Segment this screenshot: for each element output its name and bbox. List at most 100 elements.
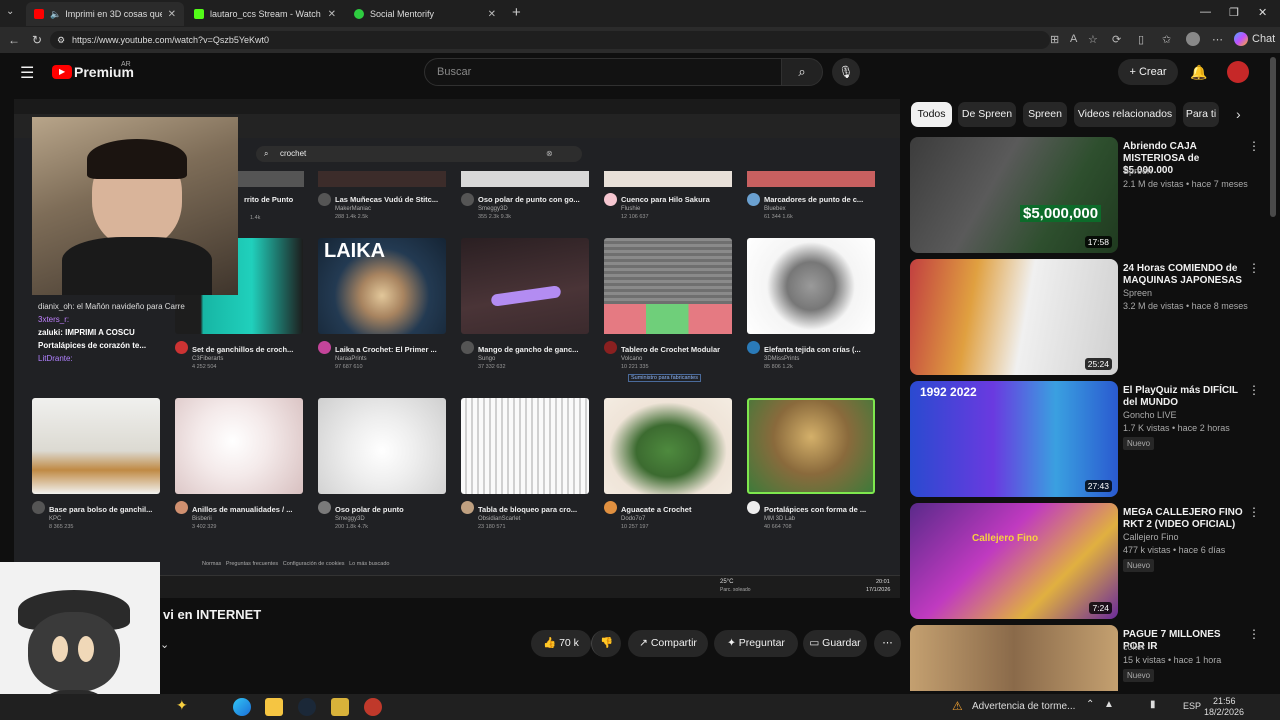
more-options-icon[interactable]: ⋮	[1248, 505, 1260, 519]
tray-expand-icon[interactable]: ⌃	[1086, 699, 1094, 710]
chip-todos[interactable]: Todos	[911, 102, 952, 127]
thumbnail	[461, 171, 589, 187]
clock-time[interactable]: 21:56	[1213, 696, 1236, 706]
language-indicator[interactable]: ESP	[1183, 701, 1201, 711]
thumbnail	[604, 398, 732, 494]
tab-youtube[interactable]: 🔈 Imprimi en 3D cosas que vi en ✕	[26, 2, 184, 26]
menu-icon[interactable]: ☰	[20, 63, 34, 83]
edge-icon[interactable]	[233, 698, 251, 716]
tab-social-mentorify[interactable]: Social Mentorify ✕	[346, 2, 504, 26]
create-button[interactable]: + Crear	[1118, 59, 1178, 85]
account-avatar[interactable]	[1227, 61, 1249, 83]
thumbnail	[461, 398, 589, 494]
model-card[interactable]: Mango de gancho de ganc... Sungo 37 332 …	[461, 238, 591, 370]
more-options-icon[interactable]: ⋮	[1248, 383, 1260, 397]
warning-icon: ⚠	[952, 699, 963, 713]
model-card[interactable]: Tablero de Crochet Modular Volcano 10 22…	[604, 238, 734, 382]
search-button[interactable]: ⌕	[781, 58, 823, 86]
author-avatar	[461, 501, 474, 514]
model-card[interactable]: Portalápices con forma de ... MM 3D Lab …	[747, 398, 877, 530]
captured-footer-links: Normas Preguntas frecuentes Configuració…	[202, 561, 390, 567]
tab-list-icon[interactable]: ⌄	[6, 6, 14, 17]
search-input[interactable]: Buscar	[424, 58, 782, 86]
chip-videos-relacionados[interactable]: Videos relacionados	[1074, 102, 1176, 127]
voice-search-button[interactable]: 🎙	[832, 58, 860, 86]
chat-label[interactable]: Chat	[1252, 33, 1275, 45]
model-card[interactable]: LAIKA Laika a Crochet: El Primer ... Nar…	[318, 238, 448, 370]
ask-button[interactable]: ✦ Preguntar	[714, 630, 798, 657]
model-card[interactable]: Marcadores de punto de c... Bluebex 61 3…	[747, 189, 877, 220]
new-tab-icon[interactable]: +	[512, 4, 521, 21]
back-icon[interactable]: ←	[8, 33, 20, 47]
minimize-icon[interactable]: —	[1200, 6, 1211, 18]
chevron-down-icon[interactable]: ⌄	[160, 638, 169, 651]
model-card[interactable]: Cuenco para Hilo Sakura Flushie 12 106 6…	[604, 189, 734, 220]
recommendation-item[interactable]: 1992 2022 27:43 El PlayQuiz más DIFÍCIL …	[910, 381, 1260, 497]
obs-icon[interactable]	[364, 698, 382, 716]
more-actions-button[interactable]: ⋯	[874, 630, 901, 657]
apps-icon[interactable]: ⊞	[1050, 33, 1059, 46]
close-tab-icon[interactable]: ✕	[488, 9, 496, 20]
more-options-icon[interactable]: ⋮	[1248, 627, 1260, 641]
tab-kick[interactable]: lautaro_ccs Stream - Watch Live o ✕	[186, 2, 344, 26]
profile-avatar[interactable]	[1186, 32, 1200, 46]
favorite-icon[interactable]: ☆	[1088, 33, 1098, 46]
app-icon[interactable]	[331, 698, 349, 716]
share-button[interactable]: ↗ Compartir	[628, 630, 708, 657]
thumbnail	[747, 171, 875, 187]
weather-notification[interactable]: Advertencia de torme...	[972, 701, 1075, 712]
site-info-icon[interactable]: ⚙	[57, 31, 65, 49]
network-icon[interactable]: ▲	[1104, 699, 1114, 710]
page-scrollbar[interactable]	[1270, 57, 1276, 217]
author-avatar	[604, 341, 617, 354]
refresh-icon[interactable]: ↻	[32, 33, 42, 47]
model-card[interactable]: Oso polar de punto Smeggy3D 200 1.8k 4.7…	[318, 398, 448, 530]
more-icon[interactable]: ⋯	[1212, 33, 1223, 46]
author-avatar	[461, 193, 474, 206]
author-avatar	[318, 341, 331, 354]
thumbnail	[747, 238, 875, 334]
like-button[interactable]: 👍 70 k	[531, 630, 591, 657]
model-card[interactable]: Aguacate a Crochet Dodo7o7 10 257 197	[604, 398, 734, 530]
model-card[interactable]: Las Muñecas Vudú de Stitc... MakerManiac…	[318, 189, 448, 220]
chip-para-ti[interactable]: Para ti	[1183, 102, 1219, 127]
recommendation-item[interactable]: Callejero Fino 7:24 MEGA CALLEJERO FINO …	[910, 503, 1260, 619]
close-window-icon[interactable]: ✕	[1258, 6, 1267, 19]
model-card[interactable]: Oso polar de punto con go... Smeggy3D 35…	[461, 189, 591, 220]
close-tab-icon[interactable]: ✕	[168, 9, 176, 20]
model-card[interactable]: Tabla de bloqueo para cro... ObsidianSca…	[461, 398, 591, 530]
extensions-icon[interactable]: ⟳	[1112, 33, 1121, 46]
author-avatar	[461, 341, 474, 354]
more-options-icon[interactable]: ⋮	[1248, 139, 1260, 153]
recommendation-item[interactable]: 25:24 24 Horas COMIENDO de MAQUINAS JAPO…	[910, 259, 1260, 375]
battery-icon[interactable]: ▮	[1150, 699, 1156, 710]
model-card[interactable]: Anillos de manualidades / ... Bisberii 3…	[175, 398, 305, 530]
read-aloud-icon[interactable]: A	[1070, 33, 1077, 45]
restore-icon[interactable]: ❐	[1229, 6, 1239, 19]
video-thumbnail	[910, 625, 1118, 691]
steam-icon[interactable]	[298, 698, 316, 716]
recommendation-item[interactable]: PAGUE 7 MILLONES POR IR c0ker 15 k vista…	[910, 625, 1260, 691]
favorites-icon[interactable]: ✩	[1162, 33, 1171, 46]
clock-date[interactable]: 18/2/2026	[1204, 707, 1244, 717]
url-field[interactable]: ⚙ https://www.youtube.com/watch?v=Qszb5Y…	[50, 31, 1050, 49]
close-tab-icon[interactable]: ✕	[328, 9, 336, 20]
author-avatar	[318, 501, 331, 514]
model-card[interactable]: Base para bolso de ganchil... KPC 8 365 …	[32, 398, 162, 530]
youtube-logo-icon[interactable]: ▶	[52, 65, 72, 79]
model-card[interactable]: Elefanta tejida con crías (... 3DMissPri…	[747, 238, 877, 370]
notifications-bell-icon[interactable]: 🔔	[1190, 64, 1207, 81]
copilot-icon[interactable]	[1234, 32, 1248, 46]
youtube-header: ☰ ▶ Premium AR Buscar ⌕ 🎙 + Crear 🔔	[0, 53, 1280, 93]
split-screen-icon[interactable]: ▯	[1138, 33, 1144, 46]
dislike-button[interactable]: 👎	[591, 630, 621, 657]
chip-de-spreen[interactable]: De Spreen	[958, 102, 1016, 127]
captured-search-field: ⌕ crochet ⊗	[256, 146, 582, 162]
file-explorer-icon[interactable]	[265, 698, 283, 716]
chevron-right-icon[interactable]: ›	[1236, 106, 1241, 122]
sparkle-icon[interactable]: ✦	[176, 697, 188, 714]
chip-spreen[interactable]: Spreen	[1023, 102, 1067, 127]
save-button[interactable]: ▭ Guardar	[803, 630, 867, 657]
recommendation-item[interactable]: $5,000,000 17:58 Abriendo CAJA MISTERIOS…	[910, 137, 1260, 253]
more-options-icon[interactable]: ⋮	[1248, 261, 1260, 275]
